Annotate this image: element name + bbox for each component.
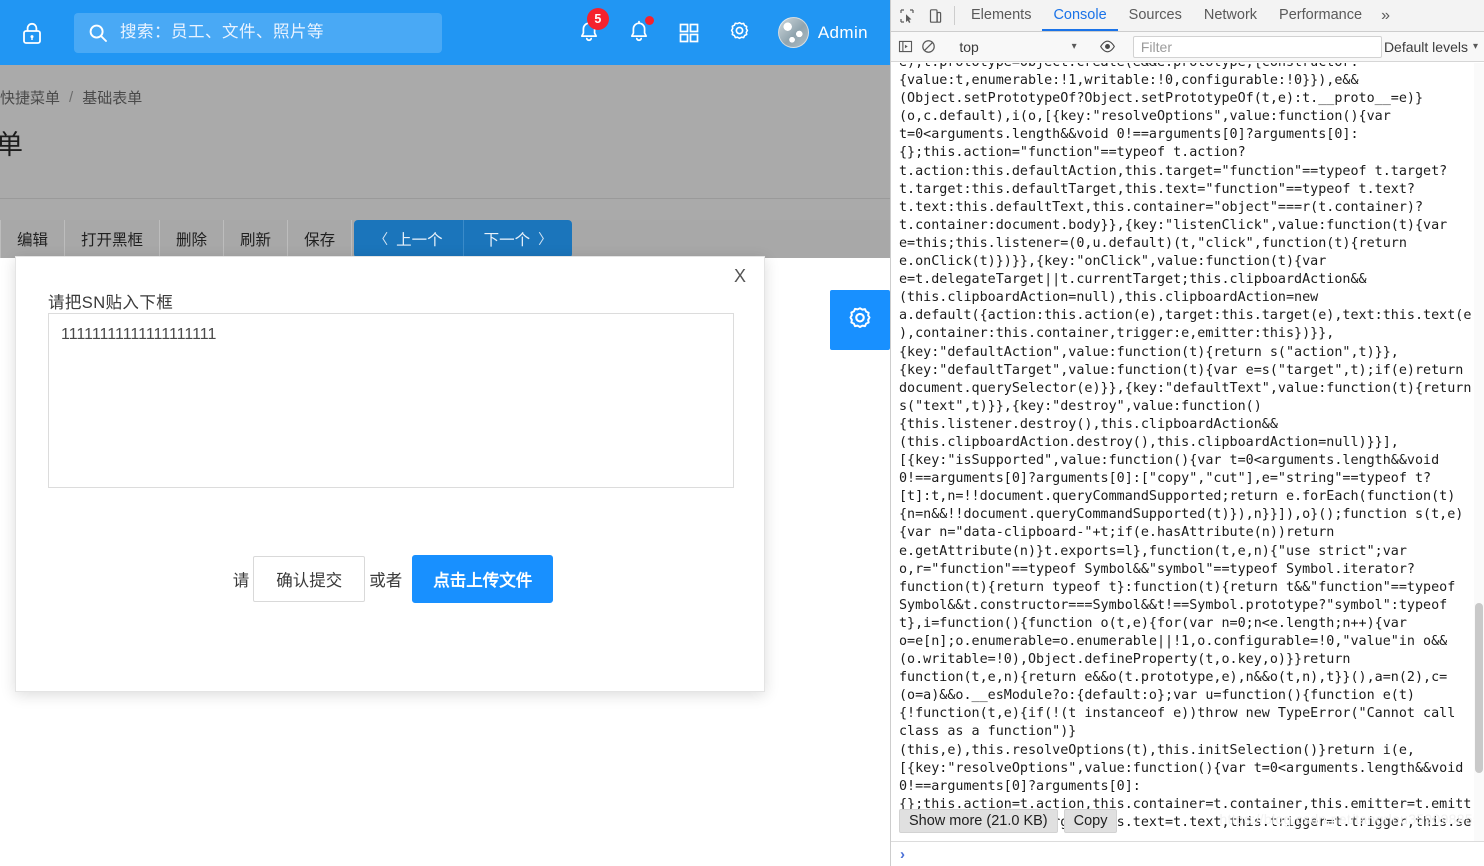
refresh-button[interactable]: 刷新 [224,220,289,258]
console-filter-input[interactable] [1132,35,1382,58]
delete-button[interactable]: 删除 [160,220,225,258]
log-levels-select[interactable]: Default levels ▾ [1384,39,1478,55]
console-message-actions: Show more (21.0 KB) Copy [899,809,1118,833]
watermark: https://blog.csdn.net/tangrlou359098855 [1219,811,1481,827]
tab-console[interactable]: Console [1042,0,1118,31]
page-title: 单 [0,130,24,160]
user-name: Admin [817,22,868,42]
search-input[interactable] [120,23,428,42]
chevron-left-icon: 〈 [374,231,389,247]
search-icon [88,23,108,43]
edit-button[interactable]: 编辑 [0,220,66,258]
open-blackbox-button[interactable]: 打开黑框 [65,220,161,258]
app-header: 5 [0,0,890,65]
copy-button[interactable]: Copy [1063,809,1118,833]
breadcrumb: 快捷菜单 / 基础表单 [0,87,142,108]
bell-alert-icon[interactable] [627,15,654,46]
confirm-submit-button[interactable]: 确认提交 [253,556,366,602]
upload-file-button[interactable]: 点击上传文件 [412,555,554,603]
console-filter-bar: top ▾ Default levels ▾ [891,32,1484,62]
settings-fab-button[interactable] [830,290,890,350]
toolbar-divider [954,6,955,25]
prompt-arrow-icon: › [900,845,905,863]
clear-console-icon[interactable] [918,34,939,60]
more-tabs-icon[interactable]: » [1373,0,1398,31]
avatar [777,17,809,48]
console-message: e),t.prototype=Object.create(e&&e.protot… [899,63,1472,830]
record-nav-group: 〈 上一个 下一个 〉 [354,220,573,258]
breadcrumb-item-quick-menu[interactable]: 快捷菜单 [0,87,60,108]
close-icon[interactable]: X [728,263,752,289]
previous-button[interactable]: 〈 上一个 [354,220,463,258]
breadcrumb-separator: / [69,89,74,106]
save-button[interactable]: 保存 [288,220,353,258]
devtools-pane: Elements Console Sources Network Perform… [890,0,1484,866]
web-app-pane: 5 [0,0,890,866]
devtools-tabbar: Elements Console Sources Network Perform… [891,0,1484,32]
console-scrollbar-thumb[interactable] [1475,603,1483,773]
inspect-element-icon[interactable] [893,0,921,31]
action-toolbar: 编辑 打开黑框 删除 刷新 保存 〈 上一个 下一个 〉 [0,220,890,258]
tab-sources[interactable]: Sources [1118,0,1193,31]
console-prompt-bar[interactable]: › [891,841,1484,866]
breadcrumb-item-basic-form[interactable]: 基础表单 [82,87,142,108]
tab-elements[interactable]: Elements [960,0,1042,31]
previous-label: 上一个 [396,232,443,249]
execution-context-select[interactable]: top ▾ [953,36,1082,58]
sn-paste-dialog: X 请把SN贴入下框 请 确认提交 或者 点击上传文件 [15,256,765,692]
console-output-area[interactable]: e),t.prototype=Object.create(e&&e.protot… [891,63,1484,841]
execute-sidebar-icon[interactable] [895,34,916,60]
footer-prefix-text: 请 [232,572,250,590]
dialog-label: 请把SN贴入下框 [48,294,174,312]
live-expression-icon[interactable] [1097,34,1118,60]
device-toolbar-icon[interactable] [921,0,949,31]
tab-performance[interactable]: Performance [1268,0,1373,31]
sn-textarea[interactable] [48,313,734,488]
tab-network[interactable]: Network [1193,0,1268,31]
gear-icon[interactable] [727,20,752,45]
show-more-button[interactable]: Show more (21.0 KB) [899,809,1058,833]
console-scrollbar-track[interactable] [1474,63,1484,841]
search-box[interactable] [74,12,442,53]
header-actions: 5 Admin [577,0,868,65]
lock-icon[interactable] [0,0,64,65]
divider [0,198,890,199]
alert-dot-icon [644,15,654,25]
chevron-down-icon: ▾ [1071,41,1077,52]
chevron-down-icon: ▾ [1472,41,1479,52]
next-label: 下一个 [483,232,531,249]
footer-middle-text: 或者 [369,572,403,590]
user-menu[interactable]: Admin [777,17,868,48]
notification-badge: 5 [586,7,609,30]
apps-grid-icon[interactable] [677,21,701,45]
chevron-right-icon: 〉 [538,231,553,247]
page-header-area: 快捷菜单 / 基础表单 单 [0,65,890,220]
next-button[interactable]: 下一个 〉 [462,220,573,258]
dialog-footer: 请 确认提交 或者 点击上传文件 [16,555,766,603]
bell-icon[interactable]: 5 [577,7,609,46]
execution-context-value: top [959,38,979,55]
screen: 5 [0,0,1484,866]
log-levels-label: Default levels [1383,38,1468,55]
